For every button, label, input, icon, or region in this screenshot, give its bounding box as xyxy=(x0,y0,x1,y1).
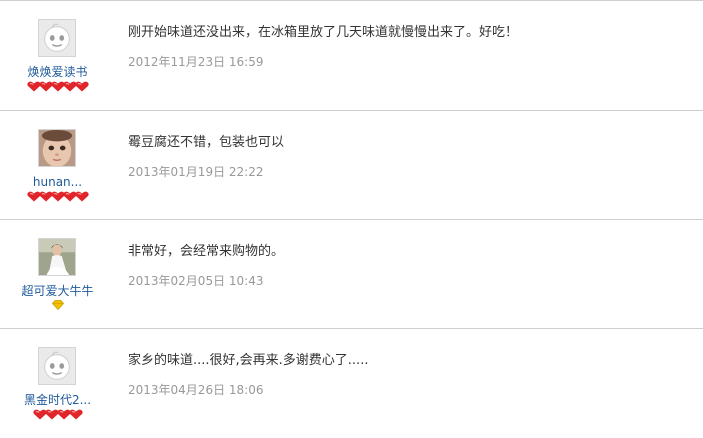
user-rank-badges xyxy=(6,191,109,202)
user-rank-badges xyxy=(6,81,109,92)
bride-photo-icon[interactable] xyxy=(38,238,76,276)
user-rank-badges xyxy=(6,409,109,420)
red-heart-icon xyxy=(74,81,89,92)
review-date: 2013年02月05日 10:43 xyxy=(128,274,264,288)
review-comment: 刚开始味道还没出来，在冰箱里放了几天味道就慢慢出来了。好吃！ xyxy=(128,25,519,40)
baby-photo-icon[interactable] xyxy=(38,129,76,167)
red-heart-icon xyxy=(74,191,89,202)
red-heart-icon xyxy=(68,409,83,420)
review-date: 2013年04月26日 18:06 xyxy=(128,383,264,397)
default-face-icon[interactable] xyxy=(38,19,76,57)
review-item: 黑金时代2... 家乡的味道....很好,会再来.多谢费心了..... 2013… xyxy=(0,329,703,438)
review-comment: 非常好，会经常来购物的。 xyxy=(128,244,285,259)
default-face-icon[interactable] xyxy=(38,347,76,385)
user-rank-badges xyxy=(6,300,109,310)
review-item: 焕焕爱读书 刚开始味道还没出来，在冰箱里放了几天味道就慢慢出来了。好吃！ 201… xyxy=(0,1,703,110)
username-link[interactable]: hunan... xyxy=(6,174,109,190)
review-item: 超可爱大牛牛 非常好，会经常来购物的。 2013年02月05日 10:43 xyxy=(0,220,703,329)
review-date: 2012年11月23日 16:59 xyxy=(128,55,264,69)
review-comment: 家乡的味道....很好,会再来.多谢费心了..... xyxy=(128,353,369,368)
username-link[interactable]: 焕焕爱读书 xyxy=(6,64,109,80)
review-comment: 霉豆腐还不错，包装也可以 xyxy=(128,135,285,150)
yellow-diamond-icon xyxy=(51,300,64,310)
review-item: hunan... 霉豆腐还不错，包装也可以 2013年01月19日 22:22 xyxy=(0,111,703,220)
username-link[interactable]: 黑金时代2... xyxy=(6,392,109,408)
review-date: 2013年01月19日 22:22 xyxy=(128,165,264,179)
username-link[interactable]: 超可爱大牛牛 xyxy=(6,283,109,299)
review-list: 焕焕爱读书 刚开始味道还没出来，在冰箱里放了几天味道就慢慢出来了。好吃！ 201… xyxy=(0,0,703,437)
